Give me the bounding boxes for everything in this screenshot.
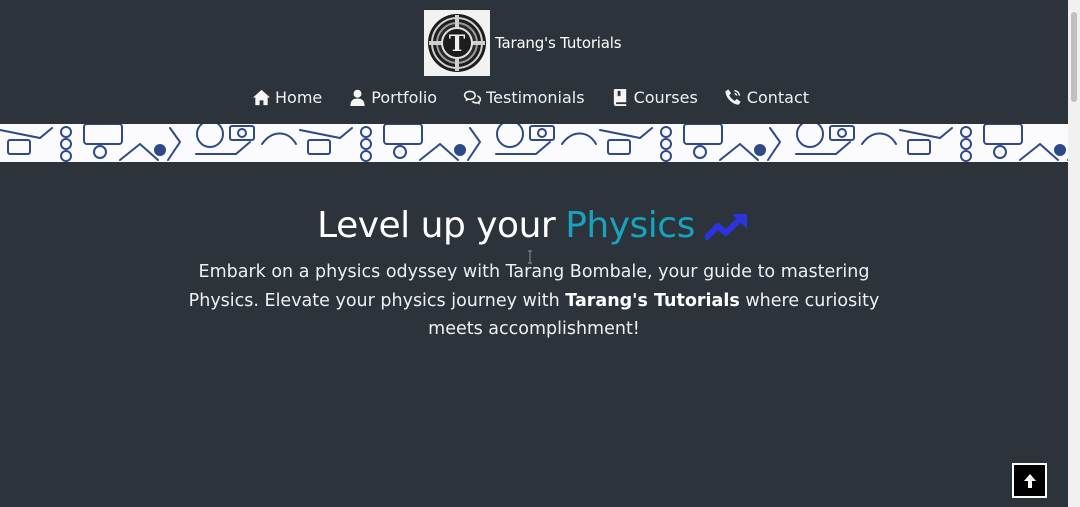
hero-description: Embark on a physics odyssey with Tarang … (184, 258, 884, 344)
hero-title: Level up your Physics (0, 200, 1068, 252)
nav-home-label: Home (275, 88, 323, 107)
scrollbar-thumb[interactable] (1071, 12, 1077, 102)
nav-portfolio-label: Portfolio (371, 88, 438, 107)
physics-doodle-banner (0, 124, 1068, 162)
phone-icon (725, 89, 741, 105)
back-to-top-button[interactable] (1012, 463, 1047, 498)
physics-doodle-pattern (0, 124, 1068, 162)
nav-contact[interactable]: Contact (724, 88, 809, 107)
hero-title-accent: Physics (565, 205, 695, 246)
user-icon (350, 89, 365, 107)
site-header: T Tarang's Tutorials Home Portfolio Test… (0, 0, 1068, 124)
hero-title-prefix: Level up your (317, 205, 556, 246)
home-icon (252, 89, 271, 106)
page: T Tarang's Tutorials Home Portfolio Test… (0, 0, 1068, 507)
book-icon (613, 88, 626, 107)
nav-courses[interactable]: Courses (611, 88, 698, 107)
chat-bubbles-icon (463, 90, 482, 105)
nav-courses-label: Courses (633, 88, 698, 107)
brand[interactable]: T Tarang's Tutorials (424, 10, 622, 76)
nav-testimonials[interactable]: Testimonials (463, 88, 585, 107)
hero-text-brand: Tarang's Tutorials (565, 290, 740, 311)
logo[interactable]: T (424, 10, 490, 76)
page-scrollbar[interactable] (1068, 0, 1080, 507)
brand-name[interactable]: Tarang's Tutorials (495, 34, 622, 52)
arrow-up-icon (1023, 473, 1036, 488)
logo-emblem-icon: T (428, 14, 486, 72)
trending-up-icon (704, 210, 751, 242)
main-nav: Home Portfolio Testimonials Courses Cont… (252, 88, 809, 107)
nav-portfolio[interactable]: Portfolio (348, 88, 437, 107)
nav-testimonials-label: Testimonials (486, 88, 585, 107)
hero-section: Level up your Physics Embark on a physic… (0, 200, 1068, 344)
logo-letter: T (449, 31, 466, 57)
nav-contact-label: Contact (746, 88, 810, 107)
nav-home[interactable]: Home (252, 88, 322, 107)
text-cursor-icon (528, 250, 532, 264)
